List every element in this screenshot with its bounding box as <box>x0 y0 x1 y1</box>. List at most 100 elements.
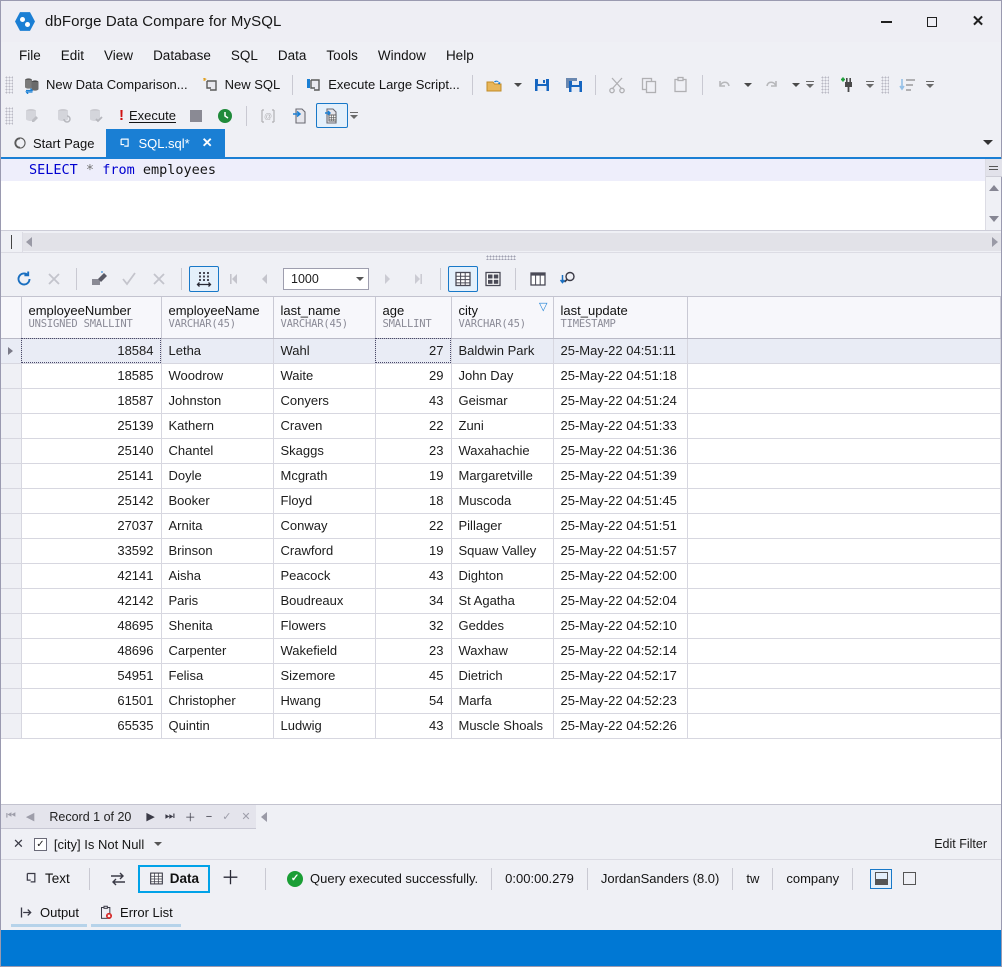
previous-page-button[interactable] <box>249 266 279 292</box>
cell-employeeName[interactable]: Kathern <box>161 413 274 439</box>
cell-city[interactable]: John Day <box>451 363 554 389</box>
row-indicator[interactable] <box>1 588 22 614</box>
table-row[interactable]: 61501 Christopher Hwang 54 Marfa 25-May-22 04… <box>1 688 1001 714</box>
column-header-employeeNumber[interactable]: employeeNumber UNSIGNED SMALLINT <box>21 297 162 339</box>
cell-last_name[interactable]: Waite <box>273 363 376 389</box>
cell-last_update[interactable]: 25-May-22 04:52:04 <box>553 588 688 614</box>
post-edit-button[interactable] <box>114 266 144 292</box>
redo-dropdown-caret[interactable] <box>791 82 800 87</box>
cell-age[interactable]: 43 <box>375 713 452 739</box>
table-row[interactable]: 18584 Letha Wahl 27 Baldwin Park 25-May-22 04… <box>1 338 1001 364</box>
menu-view[interactable]: View <box>94 44 143 67</box>
toolbar-grip[interactable] <box>820 75 829 94</box>
nav-next-record-button[interactable]: ▶ <box>141 806 159 828</box>
editor-horizontal-scrollbar[interactable] <box>1 231 1001 253</box>
cell-employeeNumber[interactable]: 48695 <box>21 613 162 639</box>
execute-large-script-button[interactable]: Execute Large Script... <box>298 72 467 97</box>
row-indicator[interactable] <box>1 413 22 439</box>
menu-help[interactable]: Help <box>436 44 484 67</box>
column-header-last_name[interactable]: last_name VARCHAR(45) <box>273 297 376 339</box>
undo-dropdown-caret[interactable] <box>743 82 752 87</box>
cell-last_update[interactable]: 25-May-22 04:51:33 <box>553 413 688 439</box>
open-file-button[interactable] <box>478 72 510 97</box>
toolbar-grip[interactable] <box>5 75 13 94</box>
tab-sql-sql[interactable]: SQL.sql* ✕ <box>106 129 225 157</box>
grid-horizontal-scrollbar[interactable] <box>255 804 1001 829</box>
sql-editor[interactable]: SELECT * from employees <box>1 159 985 230</box>
tab-close-icon[interactable]: ✕ <box>202 135 213 151</box>
cell-age[interactable]: 43 <box>375 563 452 589</box>
clear-filter-icon[interactable]: ✕ <box>13 836 24 852</box>
next-page-button[interactable] <box>373 266 403 292</box>
cell-employeeName[interactable]: Carpenter <box>161 638 274 664</box>
cell-employeeNumber[interactable]: 25140 <box>21 438 162 464</box>
cell-last_name[interactable]: Crawford <box>273 538 376 564</box>
cell-last_name[interactable]: Craven <box>273 413 376 439</box>
toolbar-overflow-3[interactable] <box>924 81 937 88</box>
validate-connection-button[interactable] <box>80 103 112 128</box>
cell-employeeNumber[interactable]: 18584 <box>21 338 162 364</box>
cell-last_update[interactable]: 25-May-22 04:52:14 <box>553 638 688 664</box>
nav-add-record-button[interactable]: ＋ <box>180 806 201 828</box>
editor-hsplit-handle[interactable] <box>1 231 23 252</box>
cell-last_update[interactable]: 25-May-22 04:51:39 <box>553 463 688 489</box>
chevron-down-icon[interactable] <box>356 277 364 281</box>
filter-enabled-checkbox[interactable]: ✓ <box>33 837 47 851</box>
row-indicator[interactable] <box>1 613 22 639</box>
cell-age[interactable]: 54 <box>375 688 452 714</box>
cell-last_update[interactable]: 25-May-22 04:52:00 <box>553 563 688 589</box>
cell-city[interactable]: Dietrich <box>451 663 554 689</box>
cell-last_name[interactable]: Wakefield <box>273 638 376 664</box>
editor-vertical-scrollbar[interactable] <box>985 159 1002 230</box>
hscroll-track[interactable] <box>23 232 1001 251</box>
table-row[interactable]: 48695 Shenita Flowers 32 Geddes 25-May-22 04:… <box>1 613 1001 639</box>
data-grid[interactable]: employeeNumber UNSIGNED SMALLINT employeeN… <box>1 296 1001 805</box>
cell-employeeNumber[interactable]: 54951 <box>21 663 162 689</box>
table-row[interactable]: 18585 Woodrow Waite 29 John Day 25-May-22 04:… <box>1 363 1001 389</box>
column-header-age[interactable]: age SMALLINT <box>375 297 452 339</box>
save-all-button[interactable] <box>558 72 590 97</box>
cell-last_name[interactable]: Flowers <box>273 613 376 639</box>
cell-age[interactable]: 29 <box>375 363 452 389</box>
refresh-data-button[interactable] <box>9 266 39 292</box>
copy-button[interactable] <box>633 72 665 97</box>
cell-employeeName[interactable]: Felisa <box>161 663 274 689</box>
row-indicator[interactable] <box>1 638 22 664</box>
cell-last_name[interactable]: Hwang <box>273 688 376 714</box>
cell-employeeName[interactable]: Doyle <box>161 463 274 489</box>
cell-age[interactable]: 22 <box>375 513 452 539</box>
cell-employeeNumber[interactable]: 18585 <box>21 363 162 389</box>
cell-city[interactable]: Geismar <box>451 388 554 414</box>
cell-employeeName[interactable]: Arnita <box>161 513 274 539</box>
cell-employeeName[interactable]: Chantel <box>161 438 274 464</box>
cell-employeeName[interactable]: Quintin <box>161 713 274 739</box>
cell-last_update[interactable]: 25-May-22 04:52:10 <box>553 613 688 639</box>
table-row[interactable]: 25140 Chantel Skaggs 23 Waxahachie 25-May-22 … <box>1 438 1001 464</box>
cell-last_name[interactable]: Conyers <box>273 388 376 414</box>
cell-last_update[interactable]: 25-May-22 04:52:17 <box>553 663 688 689</box>
cell-employeeNumber[interactable]: 33592 <box>21 538 162 564</box>
full-layout-button[interactable] <box>898 869 920 889</box>
cell-age[interactable]: 19 <box>375 538 452 564</box>
cell-last_name[interactable]: Ludwig <box>273 713 376 739</box>
editor-line-1[interactable]: SELECT * from employees <box>1 159 985 181</box>
close-button[interactable]: ✕ <box>955 1 1001 42</box>
table-row[interactable]: 48696 Carpenter Wakefield 23 Waxhaw 25-May-22… <box>1 638 1001 664</box>
cell-last_name[interactable]: Mcgrath <box>273 463 376 489</box>
cell-employeeNumber[interactable]: 48696 <box>21 638 162 664</box>
new-connection-button[interactable] <box>832 72 864 97</box>
scroll-left-arrow-icon[interactable] <box>26 236 32 247</box>
cell-employeeName[interactable]: Shenita <box>161 613 274 639</box>
row-indicator[interactable] <box>1 438 22 464</box>
column-header-last_update[interactable]: last_update TIMESTAMP <box>553 297 688 339</box>
cell-age[interactable]: 43 <box>375 388 452 414</box>
column-filter-icon[interactable]: ▽ <box>539 302 547 313</box>
editor-split-handle[interactable] <box>985 159 1002 177</box>
row-indicator[interactable] <box>1 513 22 539</box>
column-chooser-button[interactable] <box>523 266 553 292</box>
cell-last_name[interactable]: Conway <box>273 513 376 539</box>
cell-employeeNumber[interactable]: 61501 <box>21 688 162 714</box>
cell-city[interactable]: Geddes <box>451 613 554 639</box>
first-page-button[interactable] <box>219 266 249 292</box>
scroll-right-arrow-icon[interactable] <box>992 236 998 247</box>
